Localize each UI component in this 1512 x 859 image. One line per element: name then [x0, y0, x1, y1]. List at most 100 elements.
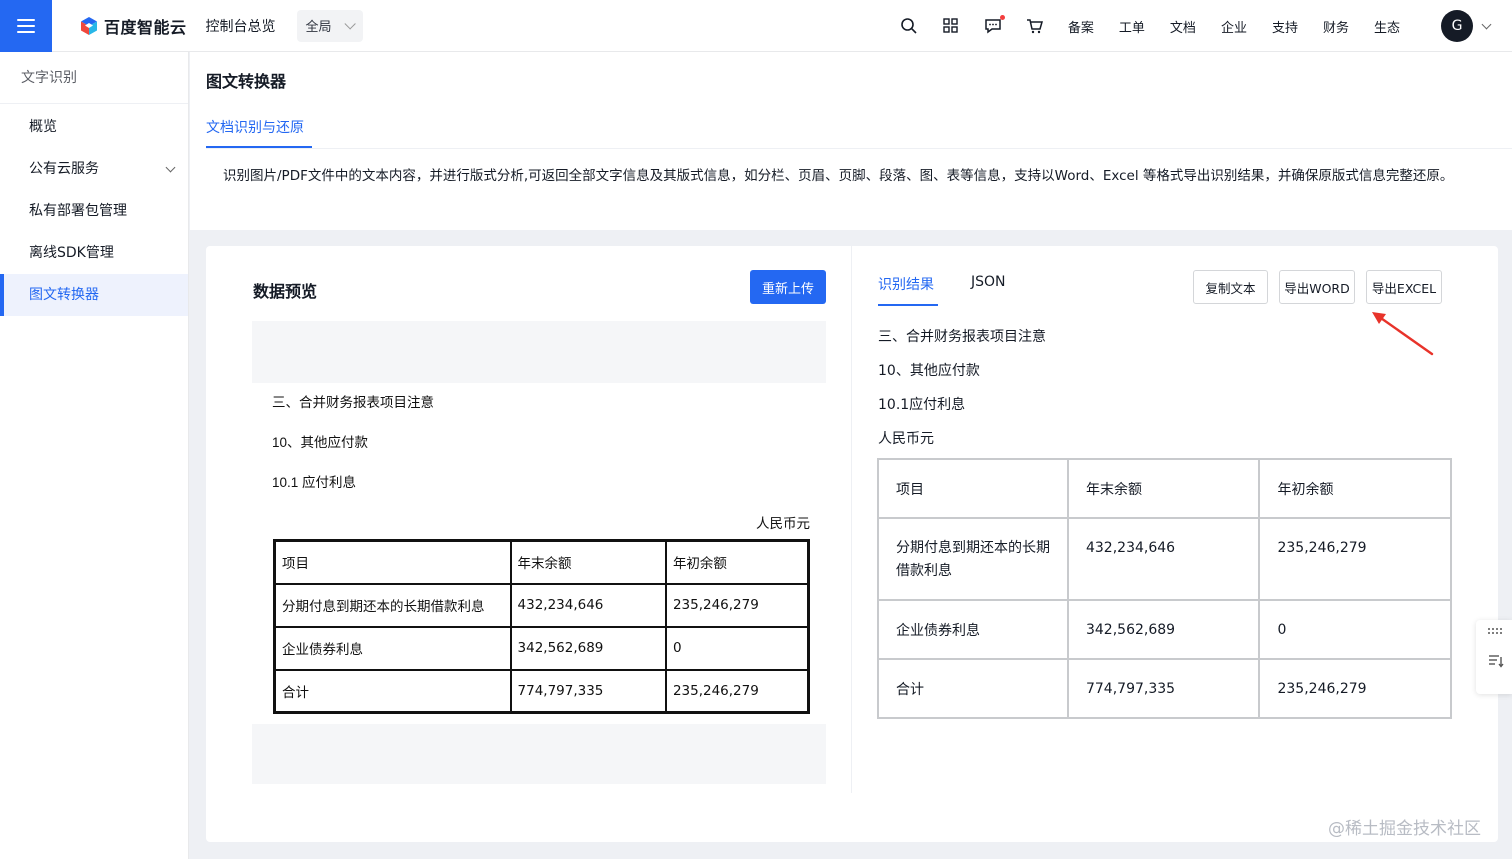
table-cell: 432,234,646: [1066, 517, 1261, 601]
tab-active-indicator: [878, 304, 938, 306]
tab-result[interactable]: 识别结果: [878, 274, 934, 294]
list-sort-icon[interactable]: [1488, 654, 1504, 668]
sidebar: 文字识别 概览 公有云服务 私有部署包管理 离线SDK管理 图文转换器: [0, 52, 189, 859]
table-row: 项目 年末余额 年初余额: [877, 458, 1452, 519]
table-row: 企业债券利息 342,562,689 0: [877, 599, 1452, 660]
table-cell: 年初余额: [664, 539, 810, 585]
table-cell: 合计: [273, 668, 512, 714]
chevron-down-icon: [343, 17, 356, 30]
table-cell: 0: [1258, 599, 1452, 660]
sidebar-item-label: 离线SDK管理: [29, 245, 114, 261]
table-cell: 企业债券利息: [877, 599, 1069, 660]
preview-title: 数据预览: [253, 282, 318, 301]
watermark: @稀土掘金技术社区: [1328, 819, 1481, 839]
message-icon[interactable]: [984, 15, 1005, 35]
page-title: 图文转换器: [206, 72, 287, 91]
table-cell: 342,562,689: [1066, 599, 1261, 660]
panel-divider: [851, 246, 852, 793]
table-cell: 年末余额: [509, 539, 667, 585]
page-description: 识别图片/PDF文件中的文本内容，并进行版式分析,可返回全部文字信息及其版式信息…: [223, 168, 1454, 184]
tab-divider: [206, 148, 1512, 149]
grid-icon[interactable]: [942, 17, 960, 35]
table-row: 分期付息到期还本的长期借款利息 432,234,646 235,246,279: [273, 582, 810, 628]
doc-margin-bottom: [252, 724, 826, 784]
chevron-down-icon[interactable]: [1481, 19, 1492, 29]
drag-handle-icon[interactable]: [1487, 626, 1503, 636]
nav-beian[interactable]: 备案: [1068, 17, 1094, 36]
tab-json[interactable]: JSON: [971, 274, 1006, 290]
result-line: 10.1应付利息: [878, 397, 966, 413]
nav-ticket[interactable]: 工单: [1119, 17, 1145, 36]
nav-finance[interactable]: 财务: [1323, 17, 1349, 36]
search-icon[interactable]: [900, 17, 918, 35]
copy-text-button[interactable]: 复制文本: [1193, 270, 1268, 304]
table-row: 合计 774,797,335 235,246,279: [273, 668, 810, 714]
result-line: 10、其他应付款: [878, 363, 980, 379]
sidebar-item-overview[interactable]: 概览: [0, 106, 188, 148]
table-row: 项目 年末余额 年初余额: [273, 539, 810, 585]
table-cell: 774,797,335: [509, 668, 667, 714]
logo[interactable]: 百度智能云: [79, 14, 187, 38]
hamburger-icon: [17, 18, 35, 33]
table-cell: 分期付息到期还本的长期借款利息: [273, 582, 512, 628]
table-cell: 项目: [273, 539, 512, 585]
nav-enterprise[interactable]: 企业: [1221, 17, 1247, 36]
doc-currency: 人民币元: [756, 516, 810, 531]
table-cell: 项目: [877, 458, 1069, 519]
table-row: 分期付息到期还本的长期借款利息 432,234,646 235,246,279: [877, 517, 1452, 601]
sidebar-item-offline-sdk[interactable]: 离线SDK管理: [0, 232, 188, 274]
table-cell: 432,234,646: [509, 582, 667, 628]
table-row: 合计 774,797,335 235,246,279: [877, 658, 1452, 719]
table-cell: 235,246,279: [1258, 517, 1452, 601]
table-cell: 235,246,279: [1258, 658, 1452, 719]
table-cell: 合计: [877, 658, 1069, 719]
table-cell: 企业债券利息: [273, 625, 512, 671]
table-cell: 235,246,279: [664, 582, 810, 628]
content-card: 数据预览 重新上传 三、合并财务报表项目注意 10、其他应付款 10.1 应付利…: [206, 246, 1498, 842]
reupload-button[interactable]: 重新上传: [750, 270, 826, 304]
sidebar-item-public-cloud[interactable]: 公有云服务: [0, 148, 188, 190]
menu-button[interactable]: [0, 0, 52, 52]
nav-ecosystem[interactable]: 生态: [1374, 17, 1400, 36]
table-cell: 0: [664, 625, 810, 671]
annotation-arrow-icon: [1372, 312, 1434, 356]
sidebar-item-private-deploy[interactable]: 私有部署包管理: [0, 190, 188, 232]
avatar[interactable]: G: [1441, 10, 1473, 42]
doc-line: 10、其他应付款: [272, 435, 369, 450]
table-cell: 774,797,335: [1066, 658, 1261, 719]
notification-dot: [999, 15, 1005, 20]
top-right-nav: 备案 工单 文档 企业 支持 财务 生态 G: [900, 0, 1512, 52]
export-excel-button[interactable]: 导出EXCEL: [1366, 270, 1442, 304]
doc-margin-top: [252, 321, 826, 383]
sidebar-item-label: 公有云服务: [29, 161, 99, 177]
table-cell: 年末余额: [1066, 458, 1261, 519]
baidu-cloud-logo-icon: [81, 16, 97, 35]
logo-text: 百度智能云: [104, 17, 187, 37]
sidebar-item-label: 图文转换器: [29, 287, 99, 303]
top-bar: 百度智能云 控制台总览 全局 备案 工单 文档 企业 支持 财务 生态 G: [0, 0, 1512, 52]
result-currency: 人民币元: [878, 431, 934, 447]
nav-support[interactable]: 支持: [1272, 17, 1298, 36]
table-cell: 年初余额: [1258, 458, 1452, 519]
sidebar-title: 文字识别: [0, 52, 188, 104]
doc-heading: 三、合并财务报表项目注意: [272, 395, 434, 410]
tab-doc-recognition[interactable]: 文档识别与还原: [206, 117, 304, 137]
floating-tools: [1476, 620, 1512, 694]
console-overview-link[interactable]: 控制台总览: [206, 16, 276, 36]
nav-docs[interactable]: 文档: [1170, 17, 1196, 36]
table-cell: 235,246,279: [664, 668, 810, 714]
table-cell: 342,562,689: [509, 625, 667, 671]
cart-icon[interactable]: [1026, 17, 1044, 35]
export-word-button[interactable]: 导出WORD: [1279, 270, 1355, 304]
table-row: 企业债券利息 342,562,689 0: [273, 625, 810, 671]
main-header: 图文转换器 文档识别与还原 识别图片/PDF文件中的文本内容，并进行版式分析,可…: [190, 52, 1512, 230]
sidebar-item-label: 私有部署包管理: [29, 203, 127, 219]
chevron-down-icon: [165, 162, 176, 173]
result-table: 项目 年末余额 年初余额 分期付息到期还本的长期借款利息 432,234,646…: [877, 458, 1452, 719]
region-label: 全局: [305, 20, 332, 35]
sidebar-item-converter[interactable]: 图文转换器: [0, 274, 188, 316]
doc-table: 项目 年末余额 年初余额 分期付息到期还本的长期借款利息 432,234,646…: [273, 539, 810, 714]
result-heading: 三、合并财务报表项目注意: [878, 329, 1046, 345]
region-select[interactable]: 全局: [296, 9, 363, 42]
table-cell: 分期付息到期还本的长期借款利息: [877, 517, 1069, 601]
